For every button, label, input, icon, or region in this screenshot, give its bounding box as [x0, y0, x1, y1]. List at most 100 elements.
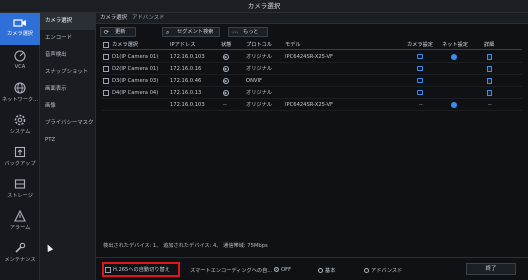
camera-settings-cell[interactable] — [417, 63, 423, 74]
smart-encoding-advanced-option[interactable]: アドバンスド — [364, 267, 402, 274]
tab-camera-select[interactable]: カメラ選択 — [100, 13, 127, 24]
ip-address: 172.16.0.103 — [170, 54, 205, 60]
ip-address: 172.16.0.103 — [170, 102, 205, 108]
net-settings-cell[interactable] — [451, 51, 457, 62]
subnav-item-snapshot[interactable]: スナップショット — [40, 64, 96, 81]
segment-search-button[interactable]: ⌕ セグメント検索 — [162, 27, 220, 37]
nav-label: メンテナンス — [4, 257, 36, 263]
detail-icon[interactable] — [487, 89, 492, 96]
vca-icon — [14, 50, 26, 62]
backup-icon — [14, 146, 26, 158]
col-header: 状態 — [221, 42, 232, 48]
subnav-item-camera-select[interactable]: カメラ選択 — [40, 13, 96, 30]
table-row[interactable]: D4(IP Camera 04) 172.16.0.13 ▶ オリジナル — [102, 87, 522, 99]
detail-cell: -- — [488, 102, 492, 108]
select-all-checkbox[interactable] — [103, 42, 109, 48]
more-label: もっと — [243, 29, 259, 35]
off-label: OFF — [281, 267, 292, 273]
col-header: IPアドレス — [170, 42, 196, 48]
gear-icon — [14, 114, 26, 126]
detail-cell[interactable] — [487, 75, 492, 86]
row-checkbox[interactable] — [103, 78, 109, 84]
window-title: カメラ選択 — [0, 0, 528, 13]
edit-icon[interactable] — [417, 90, 423, 95]
footer-bar: H.265への自動切り替え スマートエンコーディングへの自... OFF 基本 … — [96, 262, 528, 280]
col-header: モデル — [285, 42, 301, 48]
nav-item-maintenance[interactable]: メンテナンス — [0, 237, 40, 269]
table-row[interactable]: D1(IP Camera 01) 172.16.0.103 ▶ オリジナル IP… — [102, 51, 522, 63]
alarm-icon — [14, 210, 26, 222]
nav-item-vca[interactable]: VCA — [0, 45, 40, 77]
smart-encoding-basic-option[interactable]: 基本 — [318, 267, 335, 274]
camera-settings-cell: -- — [419, 102, 423, 108]
camera-settings-cell[interactable] — [417, 51, 423, 62]
network-settings-icon[interactable] — [451, 101, 457, 108]
play-status-icon: ▶ — [223, 77, 229, 84]
camera-settings-cell[interactable] — [417, 75, 423, 86]
nav-item-network[interactable]: ネットワーク... — [0, 77, 40, 109]
detail-cell[interactable] — [487, 51, 492, 62]
subnav-item-audio-detect[interactable]: 音声検出 — [40, 47, 96, 64]
subnav-item-encode[interactable]: エンコード — [40, 30, 96, 47]
camera-name: D3(IP Camera 03) — [112, 78, 159, 84]
subnav-item-image[interactable]: 画像 — [40, 98, 96, 115]
more-button[interactable]: ⋯ もっと — [228, 27, 268, 37]
ip-address: 172.16.0.13 — [170, 90, 202, 96]
divider — [96, 257, 528, 258]
tab-bar: カメラ選択 アドバンスド — [96, 13, 528, 24]
detail-icon[interactable] — [487, 53, 492, 60]
nav-item-storage[interactable]: ストレージ — [0, 173, 40, 205]
basic-label: 基本 — [325, 268, 336, 274]
detail-icon[interactable] — [487, 77, 492, 84]
edit-icon[interactable] — [417, 78, 423, 83]
nav-label: アラーム — [9, 225, 31, 231]
play-status-icon: ▶ — [223, 89, 229, 96]
detail-cell[interactable] — [487, 87, 492, 98]
smart-encoding-off-option[interactable]: OFF — [274, 267, 291, 273]
table-row[interactable]: 172.16.0.103 -- オリジナル IPC6424SR-X25-VF -… — [102, 99, 522, 111]
main-panel: カメラ選択 アドバンスド ⟳ 更新 ⌕ セグメント検索 ⋯ もっと カメラ選択 … — [96, 13, 528, 280]
nav-item-backup[interactable]: バックアップ — [0, 141, 40, 173]
row-checkbox[interactable] — [103, 90, 109, 96]
status-cell: ▶ — [223, 87, 229, 98]
table-row[interactable]: D3(IP Camera 03) 172.16.0.46 ▶ ONVIF — [102, 75, 522, 87]
protocol: オリジナル — [246, 102, 272, 108]
col-header: カメラ選択 — [112, 42, 138, 48]
nav-item-camera[interactable]: カメラ選択 — [0, 13, 40, 45]
radio-icon — [274, 267, 279, 272]
protocol: ONVIF — [246, 78, 263, 84]
detail-icon[interactable] — [487, 65, 492, 72]
tab-advanced[interactable]: アドバンスド — [132, 13, 165, 24]
edit-icon[interactable] — [417, 54, 423, 59]
detail-cell[interactable] — [487, 63, 492, 74]
done-button[interactable]: 終了 — [466, 263, 516, 275]
subnav-item-privacy-mask[interactable]: プライバシーマスク — [40, 115, 96, 132]
network-settings-icon[interactable] — [451, 53, 457, 60]
camera-name: D1(IP Camera 01) — [112, 54, 159, 60]
advanced-label: アドバンスド — [371, 268, 403, 274]
row-checkbox[interactable] — [103, 54, 109, 60]
subnav-item-ptz[interactable]: PTZ — [40, 132, 96, 149]
smart-encoding-label: スマートエンコーディングへの自... — [190, 268, 273, 274]
refresh-button[interactable]: ⟳ 更新 — [100, 27, 136, 37]
edit-icon[interactable] — [417, 66, 423, 71]
status-cell: ▶ — [223, 75, 229, 86]
row-checkbox[interactable] — [103, 66, 109, 72]
radio-icon — [364, 268, 369, 273]
subnav-item-display[interactable]: 画面表示 — [40, 81, 96, 98]
globe-icon — [14, 82, 26, 94]
refresh-icon: ⟳ — [104, 29, 110, 36]
table-row[interactable]: D2(IP Camera 01) 172.16.0.16 ▶ オリジナル — [102, 63, 522, 75]
status-cell: -- — [223, 102, 227, 108]
nav-label: バックアップ — [4, 161, 36, 167]
h265-checkbox[interactable] — [105, 267, 111, 273]
camera-settings-cell[interactable] — [417, 87, 423, 98]
protocol: オリジナル — [246, 90, 272, 96]
col-header: ネット設定 — [442, 42, 468, 48]
protocol: オリジナル — [246, 66, 272, 72]
search-icon: ⌕ — [166, 29, 170, 36]
net-settings-cell[interactable] — [451, 99, 457, 110]
nav-item-alarm[interactable]: アラーム — [0, 205, 40, 237]
status-cell: ▶ — [223, 51, 229, 62]
nav-item-system[interactable]: システム — [0, 109, 40, 141]
